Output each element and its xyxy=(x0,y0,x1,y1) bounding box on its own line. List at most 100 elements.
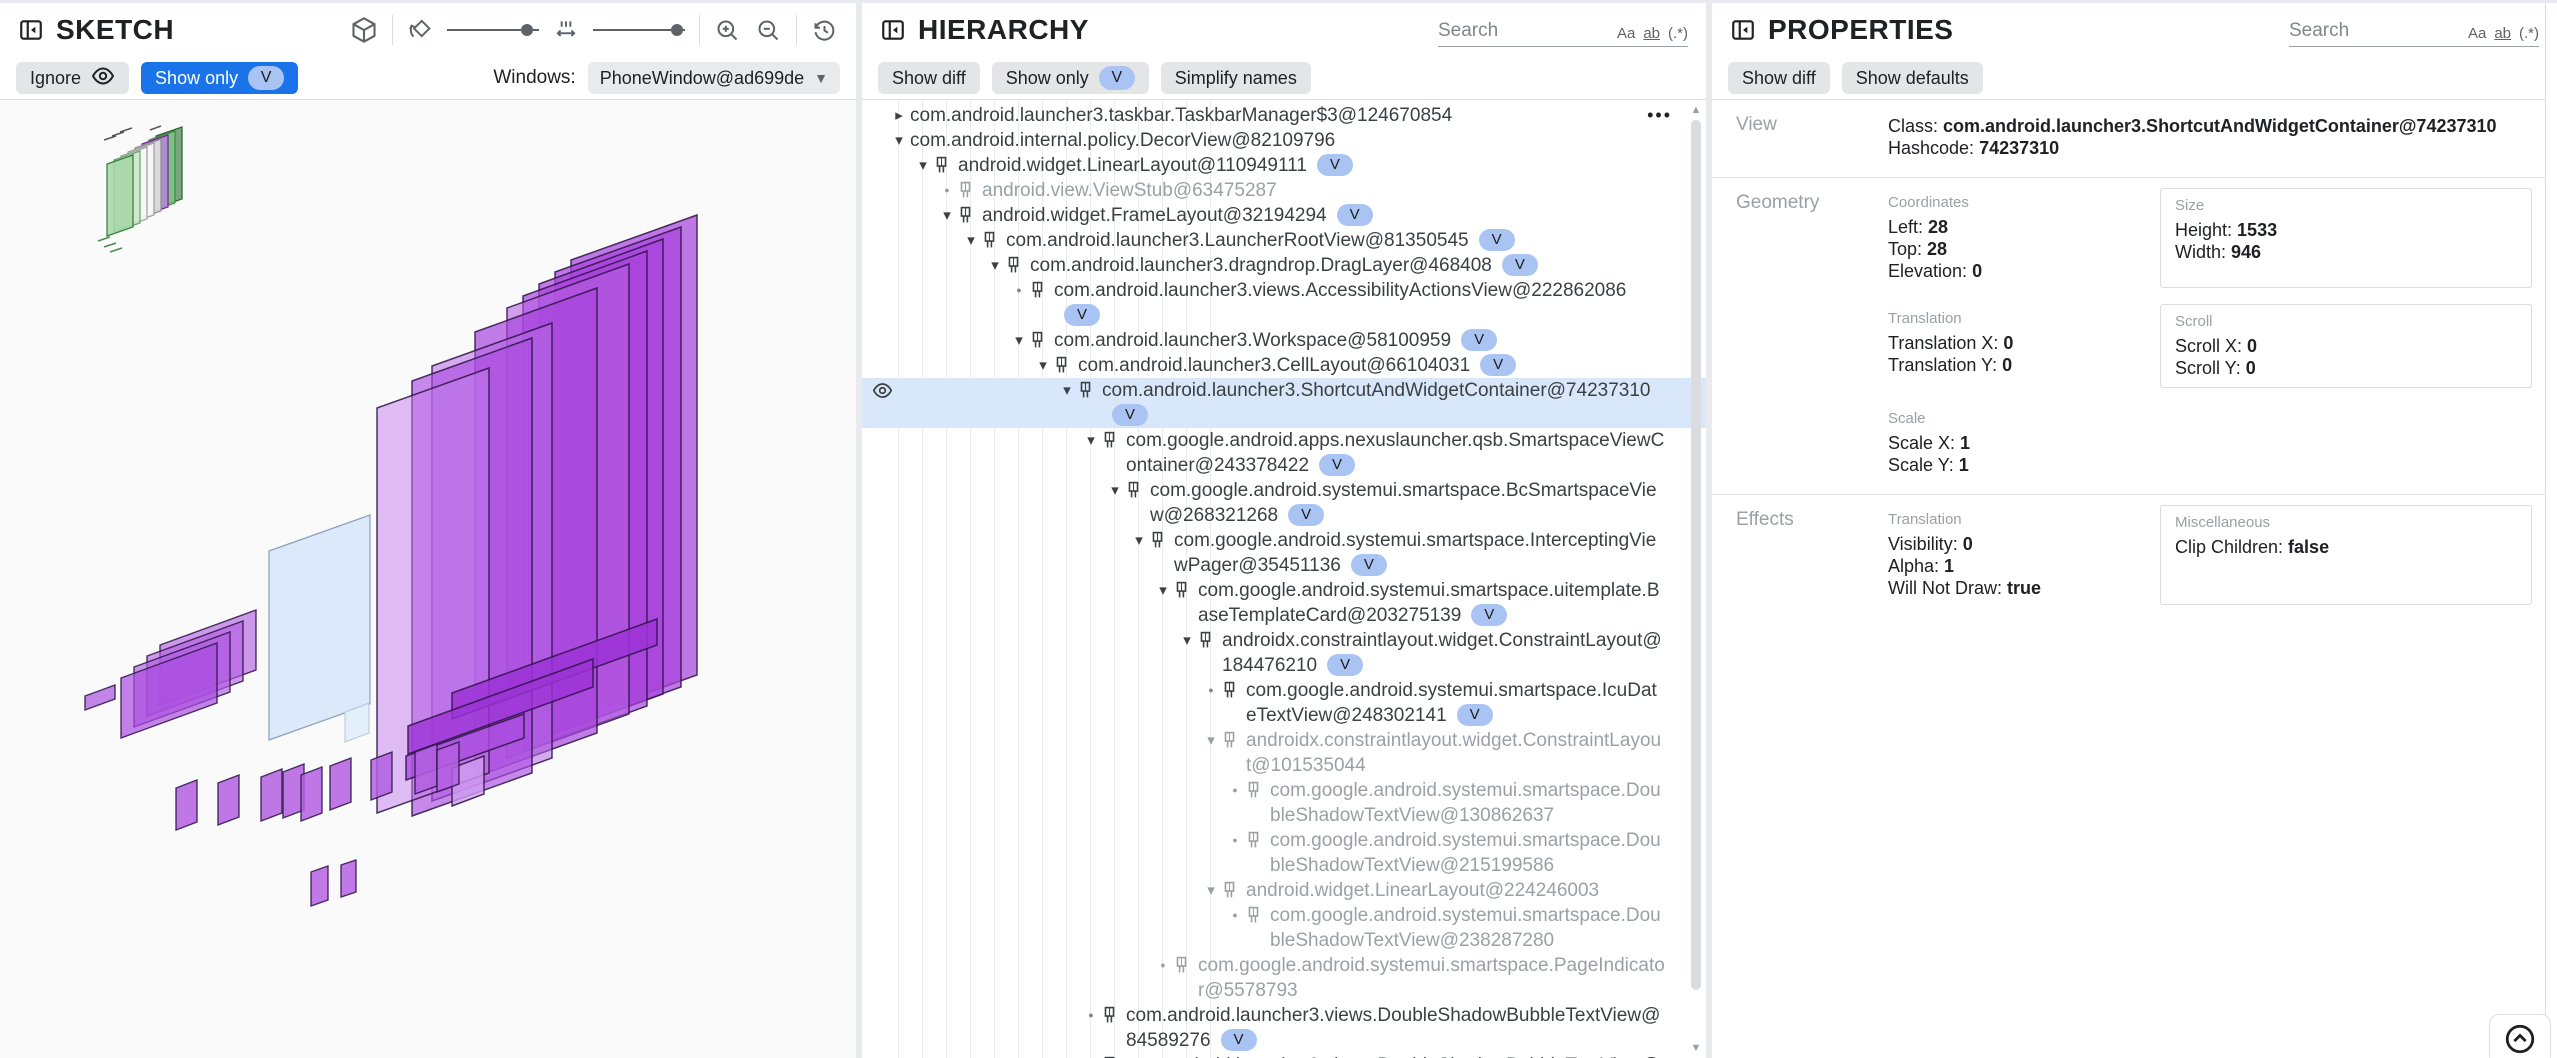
expander-icon[interactable]: ● xyxy=(1080,1003,1102,1028)
property-row: Visibility: 0 xyxy=(1888,534,2144,555)
expander-icon[interactable]: ▾ xyxy=(1056,378,1078,403)
small-tile-row[interactable] xyxy=(176,742,459,830)
expander-icon[interactable]: ▾ xyxy=(1008,328,1030,353)
expander-icon[interactable]: ● xyxy=(1224,828,1246,853)
regex-icon[interactable]: (.*) xyxy=(1668,25,1688,42)
hierarchy-tree: ▸ com.android.launcher3.taskbar.TaskbarM… xyxy=(862,100,1706,1058)
collapse-panel-icon[interactable] xyxy=(1730,17,1756,43)
simplify-names-button[interactable]: Simplify names xyxy=(1161,62,1311,94)
match-case-icon[interactable]: Aa xyxy=(1617,25,1635,42)
box-3d-icon[interactable] xyxy=(350,16,378,44)
expander-icon[interactable]: ● xyxy=(1224,778,1246,803)
scroll-down-icon[interactable]: ▼ xyxy=(1688,1040,1704,1056)
scroll-to-top-button[interactable] xyxy=(2489,1014,2551,1058)
tree-row[interactable]: ▾ android.widget.LinearLayout@110949111V… xyxy=(862,153,1706,178)
page-scrollbar[interactable] xyxy=(2545,3,2557,1058)
reset-view-icon[interactable] xyxy=(811,17,838,44)
expander-icon[interactable]: ● xyxy=(1224,903,1246,928)
expander-icon[interactable]: ▾ xyxy=(1200,728,1222,753)
show-only-button[interactable]: Show only V xyxy=(992,62,1149,94)
tree-row[interactable]: ▾ com.android.internal.policy.DecorView@… xyxy=(862,128,1706,153)
show-only-button[interactable]: Show only V xyxy=(141,62,298,94)
tree-row[interactable]: ▸ com.android.launcher3.taskbar.TaskbarM… xyxy=(862,103,1706,128)
flat-layer-group[interactable] xyxy=(85,610,256,738)
size-group: Size Height: 1533Width: 946 xyxy=(2160,188,2532,288)
tree-row[interactable]: ● android.view.ViewStub@63475287 ••• xyxy=(862,178,1706,203)
tree-row[interactable]: ▾ com.android.launcher3.dragndrop.DragLa… xyxy=(862,253,1706,278)
rotation-slider[interactable] xyxy=(447,23,539,37)
tree-row[interactable]: ● com.android.launcher3.views.Accessibil… xyxy=(862,278,1706,328)
tiny-tile-pair[interactable] xyxy=(311,860,356,906)
spacing-slider[interactable] xyxy=(593,23,685,37)
search-input[interactable] xyxy=(1438,20,1609,42)
tree-row[interactable]: ▾ com.android.launcher3.LauncherRootView… xyxy=(862,228,1706,253)
selected-layer-sheet[interactable] xyxy=(269,515,370,742)
collapse-panel-icon[interactable] xyxy=(18,17,44,43)
layer-stack[interactable] xyxy=(377,215,697,816)
tree-row[interactable]: ● com.google.android.systemui.smartspace… xyxy=(862,828,1706,878)
match-case-icon[interactable]: Aa xyxy=(2468,25,2486,42)
zoom-out-icon[interactable] xyxy=(755,17,782,44)
pin-icon xyxy=(1006,253,1030,274)
tree-row[interactable]: ● com.android.launcher3.views.DoubleShad… xyxy=(862,1053,1706,1058)
expander-icon[interactable]: ● xyxy=(1152,953,1174,978)
tree-row[interactable]: ▾ androidx.constraintlayout.widget.Const… xyxy=(862,628,1706,678)
expander-icon[interactable]: ▾ xyxy=(1200,878,1222,903)
ignore-button[interactable]: Ignore xyxy=(16,62,129,94)
show-diff-button[interactable]: Show diff xyxy=(1728,62,1830,94)
tree-row[interactable]: ▾ android.widget.FrameLayout@32194294V •… xyxy=(862,203,1706,228)
tree-node-label: com.google.android.systemui.smartspace.I… xyxy=(1174,530,1656,576)
tree-row[interactable]: ● com.google.android.systemui.smartspace… xyxy=(862,678,1706,728)
expander-icon[interactable]: ● xyxy=(936,178,958,203)
collapse-panel-icon[interactable] xyxy=(880,17,906,43)
expander-icon[interactable]: ● xyxy=(1080,1053,1102,1058)
visibility-chip: V xyxy=(1461,329,1497,351)
tree-row[interactable]: ▾ android.widget.LinearLayout@224246003 … xyxy=(862,878,1706,903)
hierarchy-scrollbar[interactable]: ▲ ▼ xyxy=(1688,102,1704,1056)
zoom-in-icon[interactable] xyxy=(714,17,741,44)
windows-dropdown[interactable]: PhoneWindow@ad699de ▼ xyxy=(588,62,840,94)
expander-icon[interactable]: ▾ xyxy=(1152,578,1174,603)
search-input[interactable] xyxy=(2289,20,2460,42)
tree-row[interactable]: ● com.google.android.systemui.smartspace… xyxy=(862,903,1706,953)
show-defaults-button[interactable]: Show defaults xyxy=(1842,62,1983,94)
tree-row[interactable]: ▾ androidx.constraintlayout.widget.Const… xyxy=(862,728,1706,778)
expander-icon[interactable]: ▾ xyxy=(888,128,910,153)
expander-icon[interactable]: ● xyxy=(1008,278,1030,303)
expander-icon[interactable]: ▾ xyxy=(1032,353,1054,378)
expander-icon[interactable]: ▾ xyxy=(1104,478,1126,503)
minimap-window-cluster[interactable] xyxy=(98,126,182,252)
tree-row[interactable]: ● com.google.android.systemui.smartspace… xyxy=(862,953,1706,1003)
expander-icon[interactable]: ▾ xyxy=(960,228,982,253)
expander-icon[interactable]: ▾ xyxy=(984,253,1006,278)
effects-translation-group: Translation Visibility: 0Alpha: 1Will No… xyxy=(1886,505,2146,605)
match-word-icon[interactable]: ab xyxy=(1643,25,1660,42)
tree-row[interactable]: ▾ com.android.launcher3.CellLayout@66104… xyxy=(862,353,1706,378)
tree-row[interactable]: ▾ com.google.android.systemui.smartspace… xyxy=(862,528,1706,578)
expander-icon[interactable]: ▾ xyxy=(1128,528,1150,553)
show-diff-button[interactable]: Show diff xyxy=(878,62,980,94)
tree-row[interactable]: ▾ com.android.launcher3.ShortcutAndWidge… xyxy=(862,378,1706,428)
tree-row[interactable]: ▾ com.google.android.systemui.smartspace… xyxy=(862,578,1706,628)
tree-row[interactable]: ● com.google.android.systemui.smartspace… xyxy=(862,778,1706,828)
expander-icon[interactable]: ▾ xyxy=(912,153,934,178)
regex-icon[interactable]: (.*) xyxy=(2519,25,2539,42)
scrollbar-thumb[interactable] xyxy=(1691,120,1701,990)
tree-row[interactable]: ▾ com.google.android.apps.nexuslauncher.… xyxy=(862,428,1706,478)
expander-icon[interactable]: ▸ xyxy=(888,103,910,128)
rotate-view-icon[interactable] xyxy=(407,17,433,43)
match-word-icon[interactable]: ab xyxy=(2494,25,2511,42)
expander-icon[interactable]: ▾ xyxy=(1176,628,1198,653)
layer-spacing-icon[interactable] xyxy=(553,17,579,43)
expander-icon[interactable]: ▾ xyxy=(1080,428,1102,453)
tree-row[interactable]: ▾ com.google.android.systemui.smartspace… xyxy=(862,478,1706,528)
tree-row[interactable]: ▾ com.android.launcher3.Workspace@581009… xyxy=(862,328,1706,353)
tree-row[interactable]: ● com.android.launcher3.views.DoubleShad… xyxy=(862,1003,1706,1053)
scroll-up-icon[interactable]: ▲ xyxy=(1688,102,1704,118)
expander-icon[interactable]: ● xyxy=(1200,678,1222,703)
more-options-icon[interactable]: ••• xyxy=(1647,103,1672,128)
visibility-eye-icon[interactable] xyxy=(872,380,893,408)
layer-tile xyxy=(415,744,437,794)
sketch-canvas[interactable] xyxy=(0,100,856,1058)
expander-icon[interactable]: ▾ xyxy=(936,203,958,228)
